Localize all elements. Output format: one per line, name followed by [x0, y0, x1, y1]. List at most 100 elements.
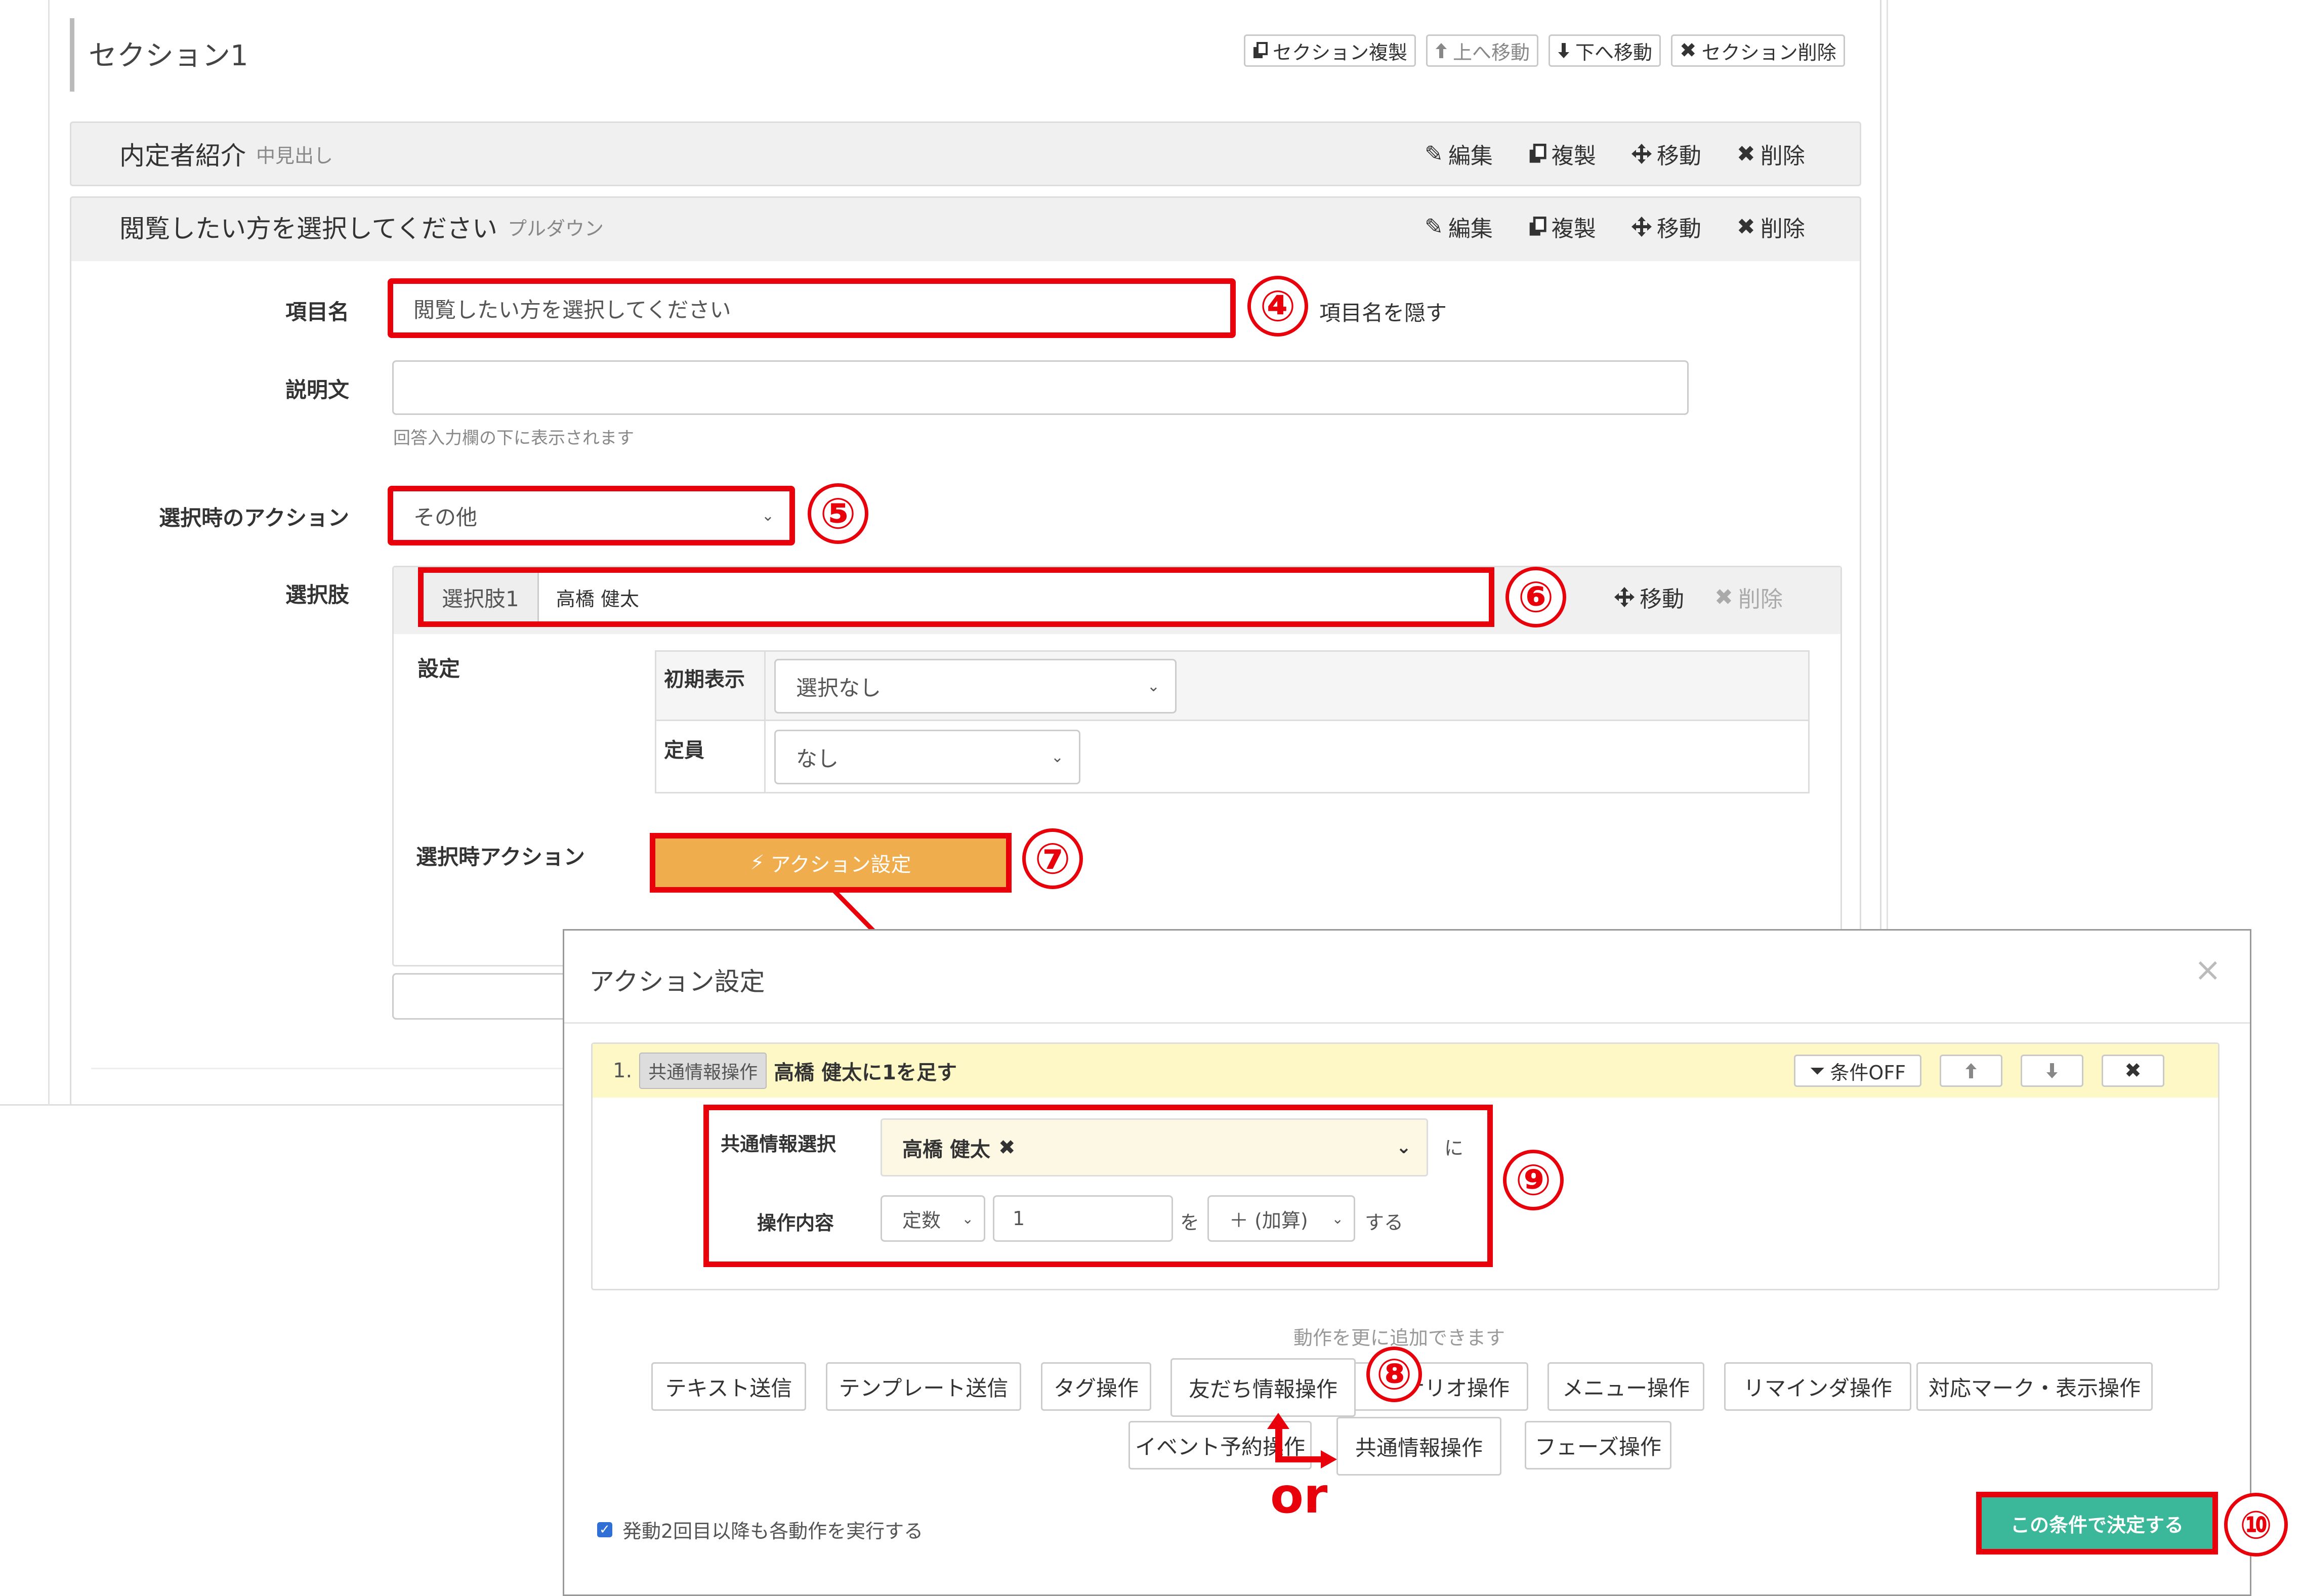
- item1-tools: ✎ 編集 複製 移動 ✖ 削除: [1425, 138, 1805, 170]
- action-down-button[interactable]: [2021, 1055, 2084, 1087]
- chevron-down-icon: ⌄: [761, 507, 774, 525]
- capacity-label: 定員: [664, 739, 704, 762]
- move-icon: [1631, 144, 1652, 164]
- delete-button[interactable]: ✖ 削除: [1737, 211, 1805, 243]
- section-delete-button[interactable]: ✖ セクション削除: [1671, 34, 1845, 67]
- choice-move-button[interactable]: 移動: [1614, 581, 1684, 613]
- chevron-down-icon: ⌄: [961, 1210, 974, 1227]
- or-label: or: [1270, 1467, 1328, 1524]
- copy-icon: [1528, 144, 1546, 164]
- common-info-select[interactable]: 高橋 健太 ✖ ⌄: [881, 1118, 1428, 1177]
- text-send-button[interactable]: テキスト送信: [651, 1362, 806, 1411]
- close-icon: ✖: [2124, 1059, 2142, 1082]
- form-divider: [91, 1068, 597, 1069]
- submit-button[interactable]: この条件で決定する: [1976, 1492, 2218, 1555]
- selected-tag: 高橋 健太 ✖: [902, 1136, 1016, 1161]
- pencil-icon: ✎: [1425, 214, 1443, 240]
- operation-value-input[interactable]: 1: [993, 1195, 1173, 1242]
- action-delete-button[interactable]: ✖: [2102, 1055, 2165, 1087]
- action-up-button[interactable]: [1940, 1055, 2003, 1087]
- description-label: 説明文: [285, 377, 349, 402]
- filter-icon: ⏷: [1810, 1059, 1825, 1082]
- reminder-operation-button[interactable]: リマインダ操作: [1724, 1362, 1911, 1411]
- arrow-down-icon: [1557, 42, 1570, 59]
- chevron-down-icon: ⌄: [1331, 1210, 1344, 1227]
- arrow-down-icon: [2045, 1062, 2059, 1079]
- choice-value: 高橋 健太: [556, 587, 639, 610]
- remove-tag-icon[interactable]: ✖: [998, 1136, 1016, 1159]
- operation-label: 操作内容: [757, 1212, 834, 1234]
- edit-button[interactable]: ✎ 編集: [1425, 211, 1493, 243]
- move-button[interactable]: 移動: [1631, 138, 1701, 170]
- pencil-icon: ✎: [1425, 141, 1443, 167]
- item2-tools: ✎ 編集 複製 移動 ✖ 削除: [1425, 211, 1805, 243]
- move-button[interactable]: 移動: [1631, 211, 1701, 243]
- section-copy-button[interactable]: セクション複製: [1244, 34, 1416, 67]
- condition-off-button[interactable]: ⏷ 条件OFF: [1794, 1055, 1922, 1087]
- choice-tag: 選択肢1: [424, 573, 539, 621]
- on-select-action-label: 選択時アクション: [416, 845, 585, 869]
- chevron-down-icon: ⌄: [1147, 677, 1160, 695]
- common-info-select-label: 共通情報選択: [721, 1133, 836, 1155]
- item-name-label: 項目名: [285, 300, 349, 324]
- settings-label: 設定: [417, 656, 461, 681]
- copy-icon: [1252, 42, 1268, 59]
- checkbox[interactable]: ✓: [597, 1522, 612, 1537]
- common-info-operation-button[interactable]: 共通情報操作: [1336, 1417, 1501, 1476]
- step-7-marker: ⑦: [1022, 828, 1083, 889]
- tag-operation-button[interactable]: タグ操作: [1041, 1362, 1151, 1411]
- arrow-up-icon: [1964, 1062, 1978, 1079]
- step-9-marker: ⑨: [1503, 1150, 1564, 1210]
- copy-button[interactable]: 複製: [1528, 211, 1596, 243]
- action-description: 高橋 健太に1を足す: [774, 1061, 957, 1084]
- initial-select[interactable]: 選択なし ⌄: [774, 659, 1177, 713]
- section-title: セクション1: [89, 39, 248, 72]
- description-hint: 回答入力欄の下に表示されます: [393, 428, 634, 448]
- hide-name-label[interactable]: 項目名を隠す: [1319, 296, 1447, 327]
- template-send-button[interactable]: テンプレート送信: [826, 1362, 1021, 1411]
- settings-col-divider: [764, 652, 766, 792]
- capacity-select[interactable]: なし ⌄: [774, 730, 1080, 784]
- scenario-operation-button[interactable]: シナリオ操作: [1326, 1362, 1528, 1411]
- step-5-marker: ⑤: [808, 483, 868, 544]
- suru-text: する: [1365, 1211, 1404, 1234]
- description-input[interactable]: [392, 360, 1689, 415]
- section-toolbar: セクション複製 上へ移動 下へ移動 ✖ セクション削除: [1244, 34, 1845, 67]
- choices-label: 選択肢: [285, 582, 349, 607]
- phase-operation-button[interactable]: フェーズ操作: [1525, 1421, 1671, 1469]
- action-tag: 共通情報操作: [639, 1053, 767, 1089]
- modal-close-button[interactable]: ×: [2194, 951, 2222, 989]
- choice-delete-button[interactable]: ✖ 削除: [1714, 581, 1783, 613]
- section-title-bar: [70, 18, 74, 92]
- operation-type-select[interactable]: 定数 ⌄: [881, 1195, 985, 1242]
- mark-display-operation-button[interactable]: 対応マーク・表示操作: [1916, 1362, 2153, 1411]
- action-card-tools: ⏷ 条件OFF ✖: [1794, 1055, 2165, 1087]
- move-icon: [1631, 217, 1652, 237]
- section-down-button[interactable]: 下へ移動: [1548, 34, 1661, 67]
- arrow-up-icon: [1435, 42, 1448, 59]
- step-10-marker: ⑩: [2224, 1493, 2288, 1557]
- choice-tools: 移動 ✖ 削除: [1614, 581, 1783, 613]
- delete-button[interactable]: ✖ 削除: [1737, 138, 1805, 170]
- step-6-marker: ⑥: [1505, 567, 1566, 627]
- repeat-checkbox-row[interactable]: ✓ 発動2回目以降も各動作を実行する: [597, 1516, 923, 1543]
- choice-input[interactable]: 選択肢1 高橋 健太: [418, 567, 1494, 627]
- operation-calc-select[interactable]: ＋ (加算) ⌄: [1207, 1195, 1355, 1242]
- wo-text: を: [1180, 1211, 1200, 1234]
- copy-icon: [1528, 217, 1546, 237]
- close-icon: ✖: [1736, 141, 1755, 167]
- section-up-button[interactable]: 上へ移動: [1426, 34, 1539, 67]
- menu-operation-button[interactable]: メニュー操作: [1547, 1362, 1704, 1411]
- step-4-marker: ④: [1247, 276, 1308, 337]
- item-heading-title: 内定者紹介 中見出し: [119, 141, 333, 171]
- copy-button[interactable]: 複製: [1528, 138, 1596, 170]
- move-icon: [1614, 587, 1635, 607]
- item-name-input[interactable]: 閲覧したい方を選択してください: [388, 278, 1236, 338]
- bolt-icon: ⚡: [750, 851, 765, 874]
- close-icon: ✖: [1714, 584, 1733, 610]
- initial-label: 初期表示: [664, 668, 745, 691]
- ni-text: に: [1444, 1137, 1464, 1159]
- modal-header-divider: [564, 1022, 2250, 1024]
- edit-button[interactable]: ✎ 編集: [1425, 138, 1493, 170]
- action-type-select[interactable]: その他 ⌄: [388, 486, 795, 545]
